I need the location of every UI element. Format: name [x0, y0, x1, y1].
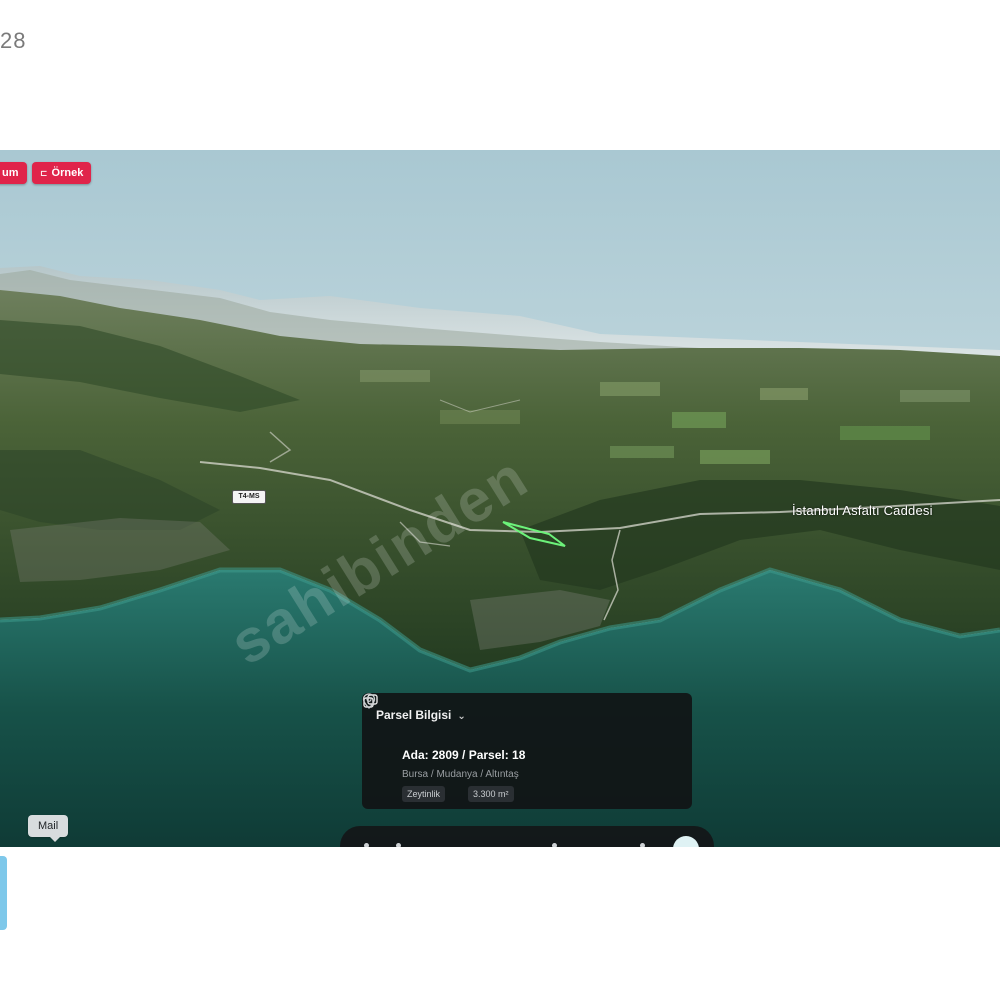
page-number: 28: [0, 28, 27, 53]
example-badge-label: Örnek: [51, 167, 84, 179]
land-type-tag: Zeytinlik: [402, 786, 446, 802]
parcel-info-card: Parsel Bilgisi ⌄ Ada: 2809 / Parsel: 18 B…: [362, 693, 692, 809]
road-label: İstanbul Asfaltı Caddesi: [792, 503, 933, 518]
parcel-card-header[interactable]: Parsel Bilgisi ⌄: [376, 708, 466, 722]
area-tag: 3.300 m²: [468, 786, 514, 802]
side-tab[interactable]: [0, 856, 7, 930]
toolbar-dot[interactable]: [552, 843, 557, 847]
example-badge[interactable]: ⊏ Örnek: [32, 162, 92, 184]
badge-left-label: um: [2, 167, 19, 179]
chevron-down-icon: ⌄: [457, 711, 466, 722]
road-shield: T4-MS: [232, 490, 266, 504]
parcel-card-title: Parsel Bilgisi: [376, 708, 452, 722]
ada-parsel-text: Ada: 2809 / Parsel: 18: [402, 748, 526, 762]
map-view[interactable]: um ⊏ Örnek T4-MS İstanbul Asfaltı Caddesi…: [0, 150, 1000, 847]
toolbar-action-button[interactable]: [673, 836, 699, 847]
play-icon: ⊏: [40, 168, 48, 178]
location-pin-icon: [362, 693, 376, 709]
toolbar-dot[interactable]: [396, 843, 401, 847]
badge-left[interactable]: um: [0, 162, 27, 184]
toolbar-dot[interactable]: [640, 843, 645, 847]
location-text: Bursa / Mudanya / Altıntaş: [402, 769, 519, 780]
toolbar-dot[interactable]: [364, 843, 369, 847]
mail-tooltip: Mail: [28, 815, 69, 842]
bottom-toolbar: [340, 826, 714, 847]
